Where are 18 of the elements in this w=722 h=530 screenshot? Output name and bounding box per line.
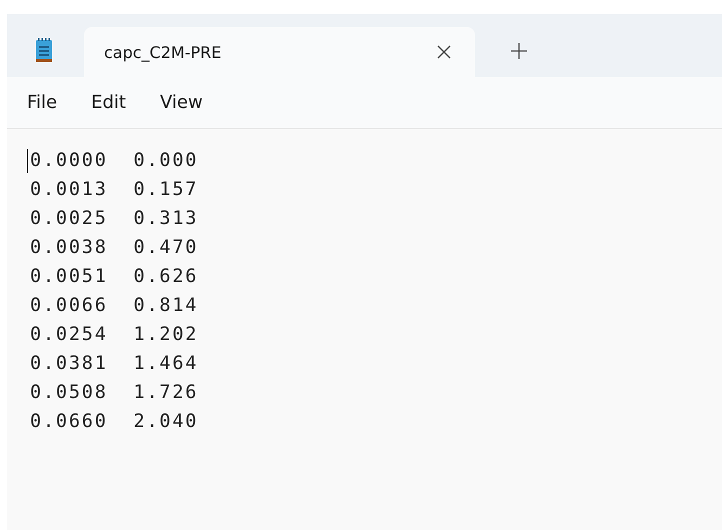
text-line: 0.0381 1.464 xyxy=(30,353,198,374)
document-tab[interactable]: capc_C2M-PRE xyxy=(84,27,475,77)
menu-item[interactable]: Edit xyxy=(91,92,126,113)
text-line: 0.0000 0.000 xyxy=(30,150,198,171)
text-line: 0.0660 2.040 xyxy=(30,411,198,432)
menu-item[interactable]: View xyxy=(160,92,203,113)
text-cursor xyxy=(27,149,28,173)
text-line: 0.0013 0.157 xyxy=(30,179,198,200)
text-line: 0.0254 1.202 xyxy=(30,324,198,345)
close-icon[interactable] xyxy=(437,45,451,59)
text-line: 0.0066 0.814 xyxy=(30,295,198,316)
text-line: 0.0051 0.626 xyxy=(30,266,198,287)
menu-item[interactable]: File xyxy=(27,92,58,113)
text-line: 0.0038 0.470 xyxy=(30,237,198,258)
text-line: 0.0025 0.313 xyxy=(30,208,198,229)
plus-icon[interactable] xyxy=(511,43,527,59)
text-line: 0.0508 1.726 xyxy=(30,382,198,403)
notepad-icon xyxy=(35,37,53,63)
